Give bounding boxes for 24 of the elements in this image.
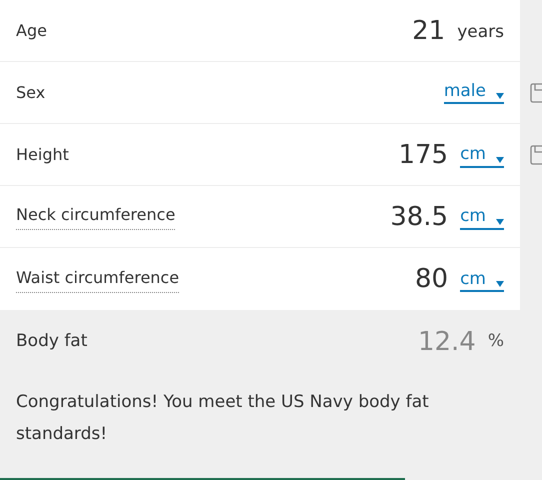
result-unit: % [488,330,504,354]
caret-icon [496,93,504,100]
result-value: 12.4 [418,326,476,358]
field-value[interactable]: 175 [398,142,448,168]
caret-icon [496,281,504,287]
field-label: Age [16,20,47,42]
caret-icon [496,156,504,162]
result-message: Congratulations! You meet the US Navy body fat standards! [15,391,430,446]
unit-dropdown[interactable]: cm [460,206,504,230]
field-label: Neck circumference [16,203,176,230]
caret-icon [496,218,504,224]
unit-label: years [457,22,504,44]
result-label: Body fat [16,330,88,354]
field-label: Height [16,144,69,166]
field-value[interactable]: 38.5 [390,204,448,230]
field-value[interactable]: 21 [412,18,446,44]
save-icon[interactable] [530,82,542,102]
field-label: Waist circumference [16,266,180,292]
unit-dropdown[interactable]: cm [460,268,504,292]
field-label: Sex [16,82,46,104]
save-icon[interactable] [530,144,542,164]
unit-dropdown[interactable]: male [444,80,504,104]
field-value[interactable]: 80 [414,266,448,292]
unit-dropdown[interactable]: cm [460,144,504,168]
